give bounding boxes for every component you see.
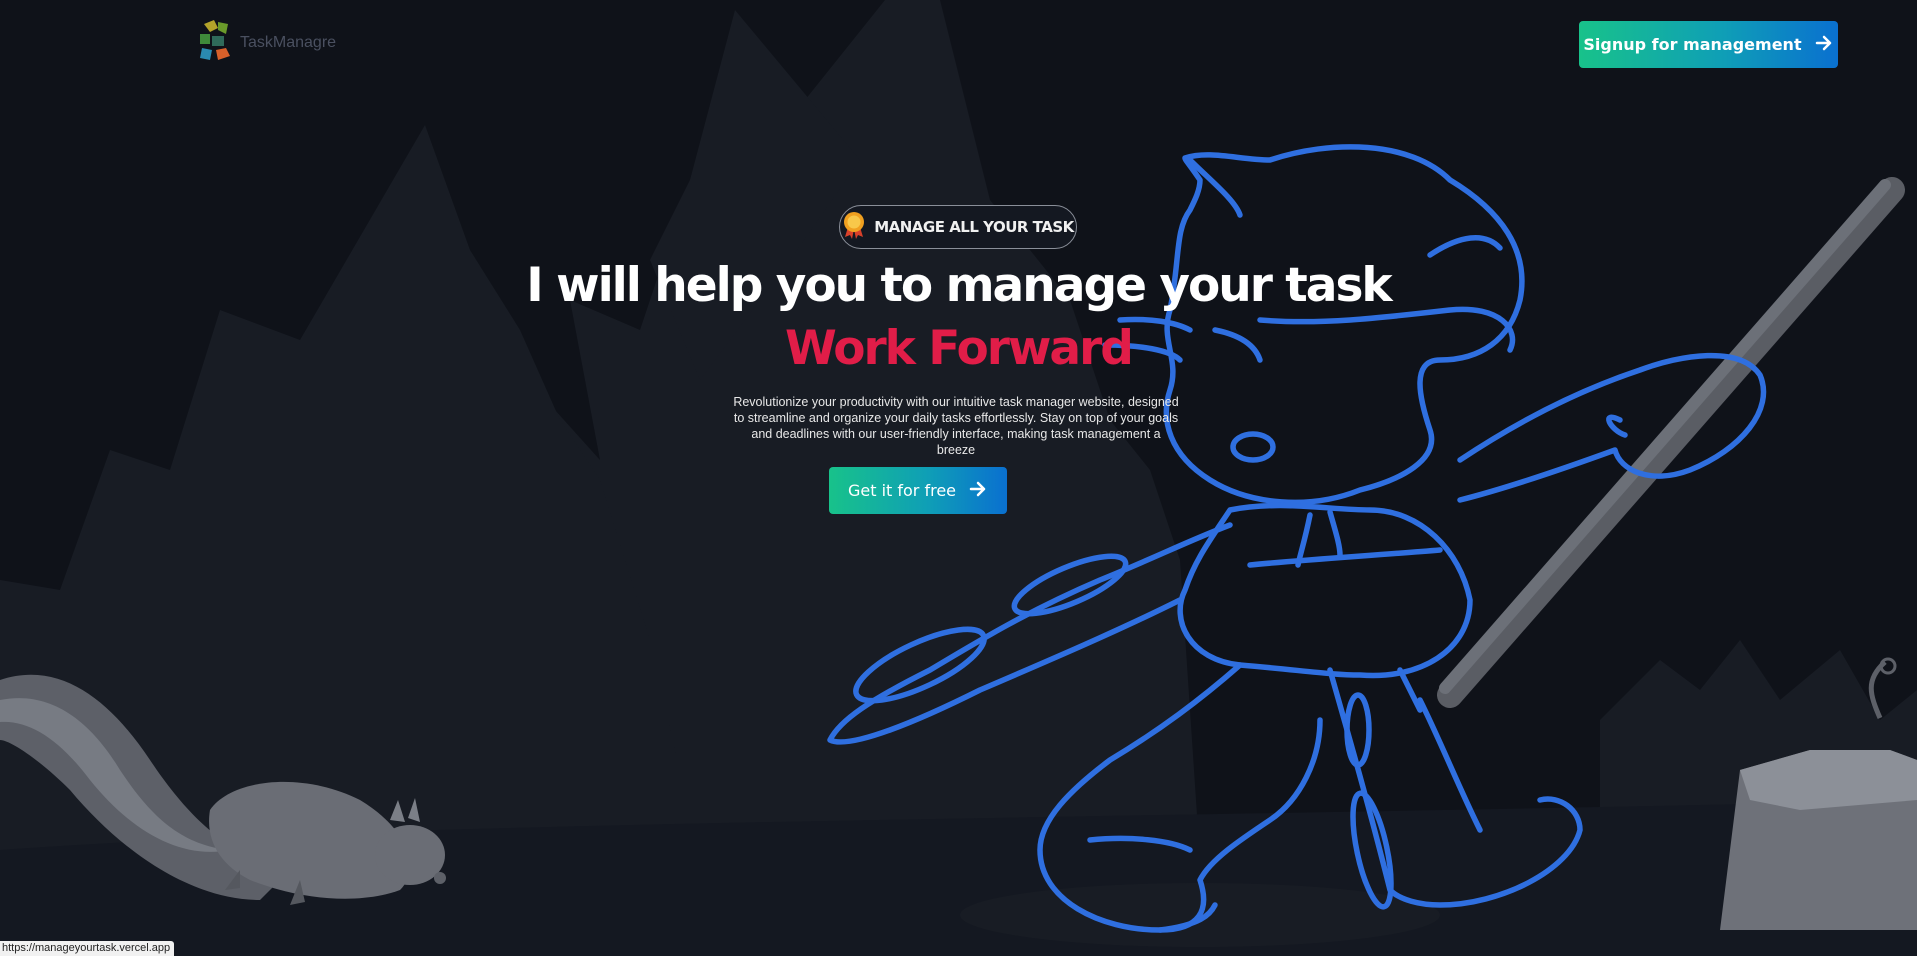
hero-subheadline: Work Forward: [785, 321, 1134, 376]
hero-description: Revolutionize your productivity with our…: [733, 395, 1179, 457]
hero-headline: I will help you to manage your task: [526, 258, 1392, 313]
arrow-right-icon: [968, 479, 988, 503]
signup-button-label: Signup for management: [1583, 35, 1802, 54]
logo-text: TaskManagre: [240, 34, 337, 51]
status-bar-url: https://manageyourtask.vercel.app: [0, 941, 175, 956]
badge-text: MANAGE ALL YOUR TASK: [874, 218, 1074, 236]
logo[interactable]: TaskManagre: [196, 18, 337, 69]
get-it-free-button[interactable]: Get it for free: [829, 467, 1007, 514]
signup-button[interactable]: Signup for management: [1579, 21, 1838, 68]
arrow-right-icon: [1814, 33, 1834, 57]
puzzle-logo-icon: [196, 18, 238, 69]
award-medal-icon: [842, 211, 866, 244]
hero-badge: MANAGE ALL YOUR TASK: [839, 205, 1077, 249]
cta-button-label: Get it for free: [847, 481, 957, 500]
